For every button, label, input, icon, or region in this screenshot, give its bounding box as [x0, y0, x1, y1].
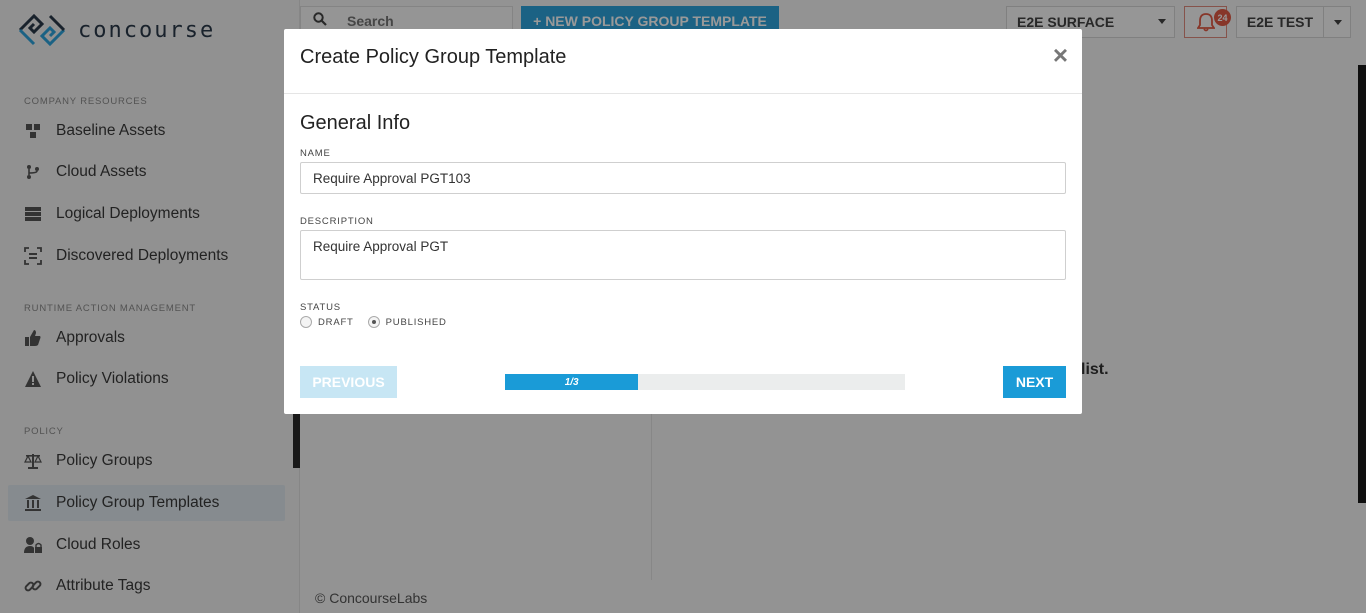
status-draft-label[interactable]: DRAFT [318, 317, 354, 328]
wizard-progress-bar: 1/3 [505, 374, 905, 390]
description-field[interactable]: Require Approval PGT [300, 230, 1066, 280]
close-icon[interactable]: × [1053, 42, 1068, 68]
modal-header: Create Policy Group Template × [284, 29, 1082, 94]
description-label: DESCRIPTION [300, 216, 374, 227]
status-published-label[interactable]: PUBLISHED [386, 317, 447, 328]
modal-title: Create Policy Group Template [300, 46, 567, 68]
wizard-progress-fill: 1/3 [505, 374, 639, 390]
status-radio-group: DRAFT PUBLISHED [300, 316, 461, 328]
name-field[interactable] [300, 162, 1066, 194]
status-label: STATUS [300, 302, 341, 313]
next-button[interactable]: NEXT [1003, 366, 1066, 398]
status-draft-radio[interactable] [300, 316, 312, 328]
name-label: NAME [300, 148, 331, 159]
status-published-radio[interactable] [367, 316, 380, 328]
create-policy-group-template-modal: Create Policy Group Template × General I… [284, 29, 1082, 414]
previous-button[interactable]: PREVIOUS [300, 366, 397, 398]
section-title: General Info [300, 112, 411, 134]
